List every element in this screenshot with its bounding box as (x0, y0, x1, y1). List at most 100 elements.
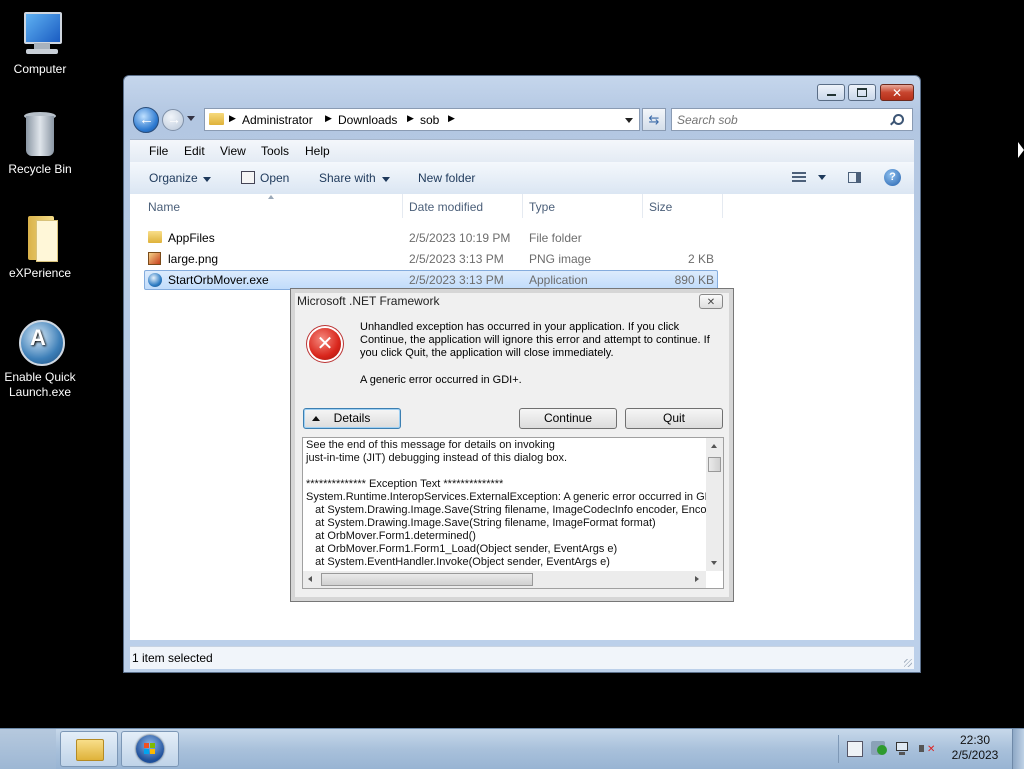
file-name: StartOrbMover.exe (168, 273, 269, 287)
breadcrumb-downloads[interactable]: Downloads (338, 113, 397, 127)
recent-pages-dropdown[interactable] (187, 116, 195, 121)
desktop-icon-experience[interactable]: eXPerience (0, 214, 80, 281)
dialog-close-button[interactable]: ✕ (699, 294, 723, 309)
new-folder-label: New folder (418, 171, 476, 185)
menu-help[interactable]: Help (305, 144, 330, 158)
menu-edit[interactable]: Edit (184, 144, 205, 158)
close-button[interactable]: ✕ (880, 84, 914, 101)
refresh-button[interactable]: ⇆ (642, 108, 666, 131)
column-header-size[interactable]: Size (649, 200, 672, 214)
menu-bar: File Edit View Tools Help (130, 139, 914, 162)
breadcrumb-separator-icon: ▶ (229, 113, 236, 123)
resize-grip-icon[interactable] (904, 659, 912, 667)
close-icon: ✕ (891, 85, 903, 100)
column-separator[interactable] (722, 194, 723, 218)
volume-muted-icon[interactable]: ✕ (918, 741, 935, 757)
breadcrumb-administrator[interactable]: Administrator (242, 113, 313, 127)
organize-label: Organize (149, 171, 198, 185)
menu-file[interactable]: File (149, 144, 168, 158)
minimize-button[interactable] (817, 84, 845, 101)
scroll-up-icon[interactable] (711, 444, 717, 448)
open-icon (241, 171, 255, 184)
continue-label: Continue (543, 411, 593, 425)
breadcrumb-separator-icon: ▶ (448, 113, 455, 123)
computer-icon (16, 10, 64, 58)
column-header-row: Name Date modified Type Size (130, 194, 730, 218)
horizontal-scrollbar[interactable] (303, 571, 706, 588)
dialog-message: Unhandled exception has occurred in your… (360, 321, 710, 359)
show-desktop-button[interactable] (1012, 729, 1024, 769)
file-row-large-png[interactable]: large.png 2/5/2023 3:13 PM PNG image 2 K… (144, 249, 718, 269)
search-box[interactable] (671, 108, 913, 131)
organize-button[interactable]: Organize (143, 162, 213, 194)
details-button[interactable]: Details (303, 408, 401, 429)
scroll-down-icon[interactable] (711, 561, 717, 565)
column-header-type[interactable]: Type (529, 200, 555, 214)
menu-view[interactable]: View (220, 144, 246, 158)
forward-arrow-icon: → (167, 111, 181, 127)
folder-icon (148, 231, 162, 243)
desktop-icon-enable-quick-launch[interactable]: A Enable Quick Launch.exe (0, 318, 80, 400)
status-bar: 1 item selected (130, 646, 914, 669)
details-text: See the end of this message for details … (306, 439, 723, 568)
scroll-thumb[interactable] (708, 457, 721, 472)
scroll-left-icon[interactable] (308, 576, 312, 582)
recycle-bin-icon (16, 110, 64, 158)
status-text: 1 item selected (132, 651, 213, 665)
preview-pane-icon (848, 172, 861, 183)
desktop-icon-computer[interactable]: Computer (0, 10, 80, 77)
application-icon (148, 273, 162, 287)
details-label: Details (333, 411, 371, 425)
new-folder-button[interactable]: New folder (412, 162, 488, 194)
dialog-error-text: A generic error occurred in GDI+. (360, 374, 522, 386)
search-input[interactable] (675, 111, 884, 129)
file-type: PNG image (529, 252, 592, 266)
address-bar[interactable]: ▶ Administrator ▶ Downloads ▶ sob ▶ (204, 108, 640, 131)
maximize-button[interactable] (848, 84, 876, 101)
action-center-icon[interactable] (847, 741, 863, 757)
column-separator[interactable] (522, 194, 523, 218)
preview-pane-button[interactable] (848, 170, 864, 186)
file-type: File folder (529, 231, 582, 245)
start-orb-button[interactable] (121, 731, 179, 767)
desktop-icon-label: Enable Quick Launch.exe (4, 370, 76, 399)
column-header-name[interactable]: Name (148, 200, 180, 214)
desktop-icon-label: Recycle Bin (8, 162, 72, 176)
tray-divider (838, 735, 839, 763)
column-header-date-modified[interactable]: Date modified (409, 200, 483, 214)
menu-tools[interactable]: Tools (261, 144, 289, 158)
png-image-icon (148, 252, 161, 265)
security-icon[interactable] (871, 741, 887, 757)
breadcrumb-sob[interactable]: sob (420, 113, 439, 127)
scroll-thumb[interactable] (321, 573, 533, 586)
column-separator[interactable] (402, 194, 403, 218)
help-button[interactable]: ? (884, 169, 901, 186)
scroll-right-icon[interactable] (695, 576, 699, 582)
desktop-icon-recycle-bin[interactable]: Recycle Bin (0, 110, 80, 177)
back-button[interactable]: ← (133, 107, 159, 133)
breadcrumb-separator-icon: ▶ (407, 113, 414, 123)
search-icon[interactable] (893, 114, 904, 125)
quick-launch-icon: A (16, 318, 65, 366)
address-dropdown-icon[interactable] (625, 118, 633, 123)
open-button[interactable]: Open (234, 162, 294, 194)
dialog-title: Microsoft .NET Framework (297, 294, 440, 308)
clock[interactable]: 22:30 2/5/2023 (942, 733, 1008, 763)
sort-ascending-icon (268, 195, 274, 199)
column-separator[interactable] (642, 194, 643, 218)
quit-label: Quit (662, 411, 685, 425)
folder-icon (16, 214, 64, 262)
change-view-button[interactable] (790, 170, 830, 186)
taskbar-explorer-button[interactable] (60, 731, 118, 767)
file-size: 890 KB (674, 273, 714, 287)
details-textbox[interactable]: See the end of this message for details … (302, 437, 724, 589)
quit-button[interactable]: Quit (625, 408, 723, 429)
file-row-appfiles[interactable]: AppFiles 2/5/2023 10:19 PM File folder (144, 228, 718, 248)
network-icon[interactable] (894, 741, 910, 757)
file-row-startorbmover-exe[interactable]: StartOrbMover.exe 2/5/2023 3:13 PM Appli… (144, 270, 718, 290)
share-with-button[interactable]: Share with (313, 162, 393, 194)
vertical-scrollbar[interactable] (706, 438, 723, 571)
forward-button[interactable]: → (162, 109, 184, 131)
windows-logo-icon (136, 735, 164, 763)
continue-button[interactable]: Continue (519, 408, 617, 429)
